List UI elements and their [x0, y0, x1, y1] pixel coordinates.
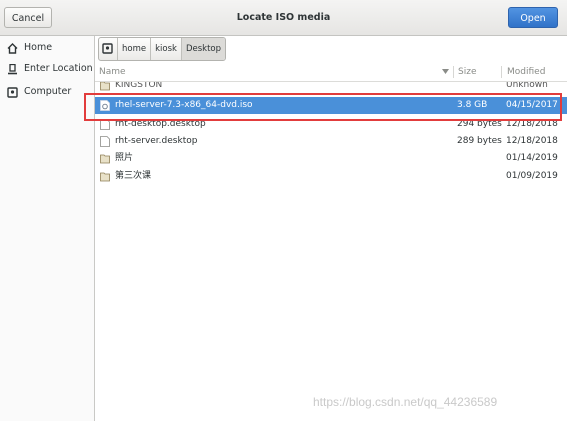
crumb-kiosk[interactable]: kiosk: [150, 38, 181, 60]
column-header-name[interactable]: Name: [99, 63, 126, 81]
file-name: rht-server.desktop: [115, 136, 198, 146]
column-header-bar: Name Size Modified: [95, 63, 567, 82]
sidebar-item-home[interactable]: Home: [0, 38, 94, 58]
file-modified: 01/14/2019: [506, 153, 558, 163]
drive-icon: [102, 43, 113, 54]
places-sidebar: Home Enter Location Computer: [0, 36, 95, 421]
file-name: 第三次课: [115, 171, 152, 181]
sidebar-item-computer[interactable]: Computer: [0, 82, 94, 102]
crumb-desktop[interactable]: Desktop: [180, 38, 226, 60]
file-size: 3.8 GB: [457, 100, 488, 110]
home-icon: [7, 43, 18, 54]
column-separator: [501, 66, 502, 78]
file-name: KINGSTON: [115, 82, 163, 90]
file-list: Name Size Modified KINGSTON Unknown rhel…: [95, 63, 567, 421]
folder-icon: [100, 154, 110, 164]
list-item-kingston[interactable]: KINGSTON Unknown: [95, 82, 567, 93]
crumb-home[interactable]: home: [117, 38, 150, 60]
sort-down-icon: [442, 69, 449, 74]
file-modified: Unknown: [506, 82, 548, 90]
drive-icon: [7, 87, 18, 98]
sidebar-item-enter-location[interactable]: Enter Location: [0, 59, 94, 79]
file-name: rhel-server-7.3-x86_64-dvd.iso: [115, 100, 253, 110]
watermark: https://blog.csdn.net/qq_44236589: [313, 395, 498, 409]
list-item-photos-folder[interactable]: 照片 01/14/2019: [95, 150, 567, 167]
header-bar: Cancel Locate ISO media Open: [0, 0, 567, 36]
file-modified: 12/18/2018: [506, 136, 558, 146]
crumb-root[interactable]: [99, 38, 117, 60]
list-item-lesson-folder[interactable]: 第三次课 01/09/2019: [95, 168, 567, 185]
sidebar-item-label: Home: [24, 42, 53, 53]
path-bar: home kiosk Desktop: [98, 37, 227, 61]
dialog-title: Locate ISO media: [236, 12, 331, 23]
sidebar-item-label: Computer: [24, 86, 72, 97]
file-modified: 12/18/2018: [506, 119, 558, 129]
file-name: 照片: [115, 153, 134, 163]
list-item-rht-desktop[interactable]: rht-desktop.desktop 294 bytes 12/18/2018: [95, 116, 567, 133]
file-icon: [100, 136, 110, 147]
open-button[interactable]: Open: [508, 7, 558, 28]
folder-icon: [100, 82, 110, 91]
column-header-modified[interactable]: Modified: [507, 63, 545, 81]
cancel-button[interactable]: Cancel: [4, 7, 52, 28]
list-item-rhel-iso[interactable]: rhel-server-7.3-x86_64-dvd.iso 3.8 GB 04…: [95, 97, 567, 114]
folder-icon: [100, 172, 110, 182]
disc-image-icon: [100, 100, 110, 111]
file-icon: [100, 119, 110, 130]
file-modified: 04/15/2017: [506, 100, 558, 110]
file-size: 294 bytes: [457, 119, 502, 129]
pencil-icon: [8, 64, 17, 75]
column-separator: [453, 66, 454, 78]
file-name: rht-desktop.desktop: [115, 119, 206, 129]
list-item-rht-server[interactable]: rht-server.desktop 289 bytes 12/18/2018: [95, 133, 567, 150]
file-modified: 01/09/2019: [506, 171, 558, 181]
column-header-size[interactable]: Size: [458, 63, 476, 81]
file-size: 289 bytes: [457, 136, 502, 146]
sidebar-item-label: Enter Location: [24, 63, 93, 74]
